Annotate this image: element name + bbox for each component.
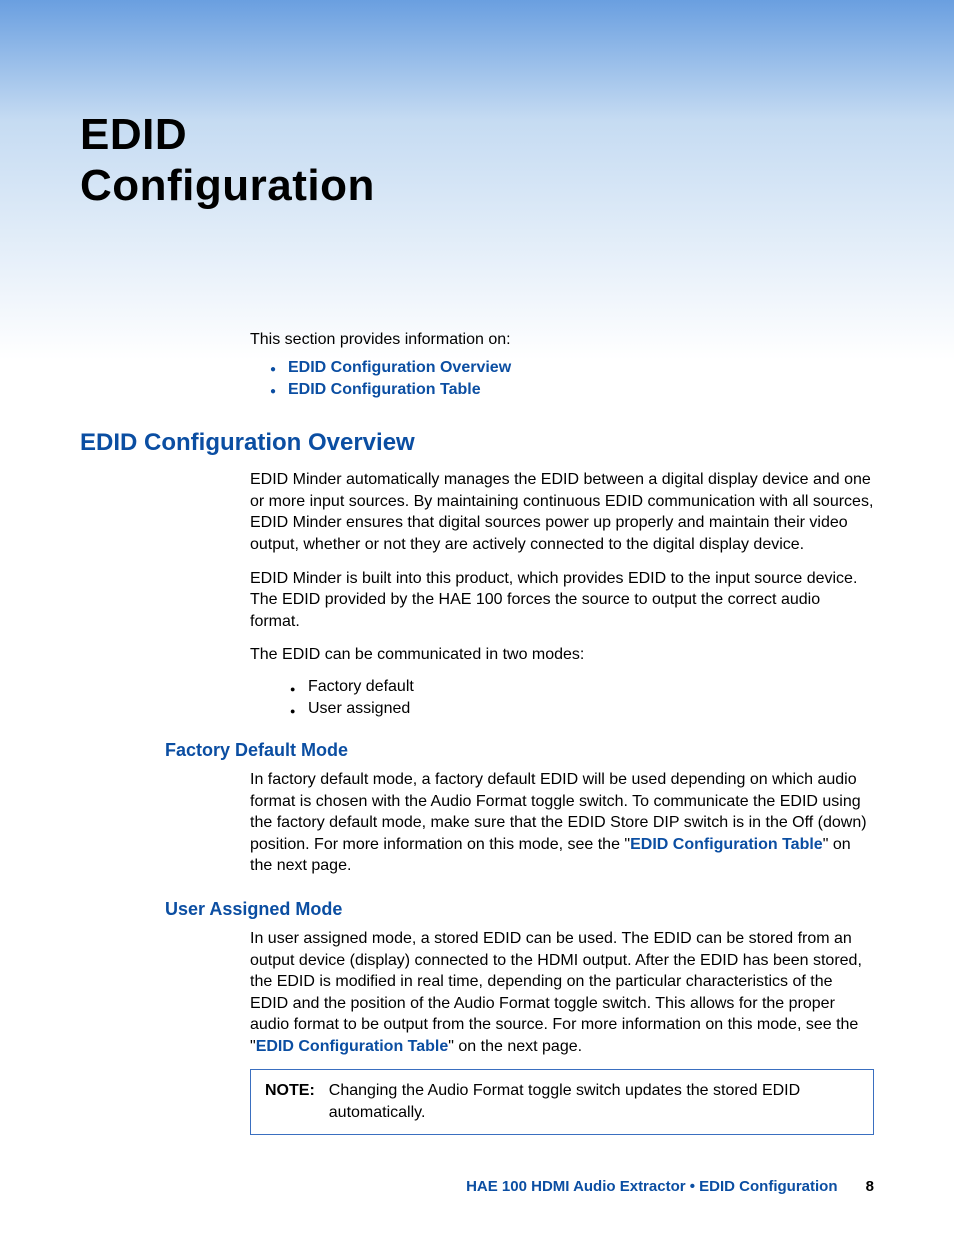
toc-item-table[interactable]: EDID Configuration Table [270,381,874,399]
overview-p3: The EDID can be communicated in two mode… [250,644,874,666]
note-box: NOTE: Changing the Audio Format toggle s… [250,1069,874,1134]
note-label: NOTE: [265,1080,315,1123]
toc-list: EDID Configuration Overview EDID Configu… [250,359,874,399]
modes-list: Factory default User assigned [290,678,874,718]
user-p1: In user assigned mode, a stored EDID can… [250,928,874,1058]
heading-user-assigned: User Assigned Mode [165,899,874,920]
mode-user-assigned: User assigned [290,700,874,718]
footer-doc-title: HAE 100 HDMI Audio Extractor • EDID Conf… [466,1178,837,1195]
user-p1-post: " on the next page. [448,1038,582,1055]
page-title: EDID Configuration [80,110,874,211]
footer-page-number: 8 [866,1178,874,1195]
intro-block: This section provides information on: ED… [250,331,874,399]
overview-p2: EDID Minder is built into this product, … [250,568,874,633]
mode-factory-default: Factory default [290,678,874,696]
intro-lead: This section provides information on: [250,331,874,349]
toc-item-overview[interactable]: EDID Configuration Overview [270,359,874,377]
page-footer: HAE 100 HDMI Audio Extractor • EDID Conf… [80,1178,874,1195]
factory-p1: In factory default mode, a factory defau… [250,769,874,877]
heading-overview: EDID Configuration Overview [80,429,874,457]
link-edid-config-table-2[interactable]: EDID Configuration Table [256,1038,449,1055]
overview-p1: EDID Minder automatically manages the ED… [250,469,874,555]
page: EDID Configuration This section provides… [0,0,954,1235]
note-text: Changing the Audio Format toggle switch … [329,1080,859,1123]
link-edid-config-table[interactable]: EDID Configuration Table [630,836,823,853]
user-p1-pre: In user assigned mode, a stored EDID can… [250,930,862,1055]
heading-factory-default: Factory Default Mode [165,740,874,761]
